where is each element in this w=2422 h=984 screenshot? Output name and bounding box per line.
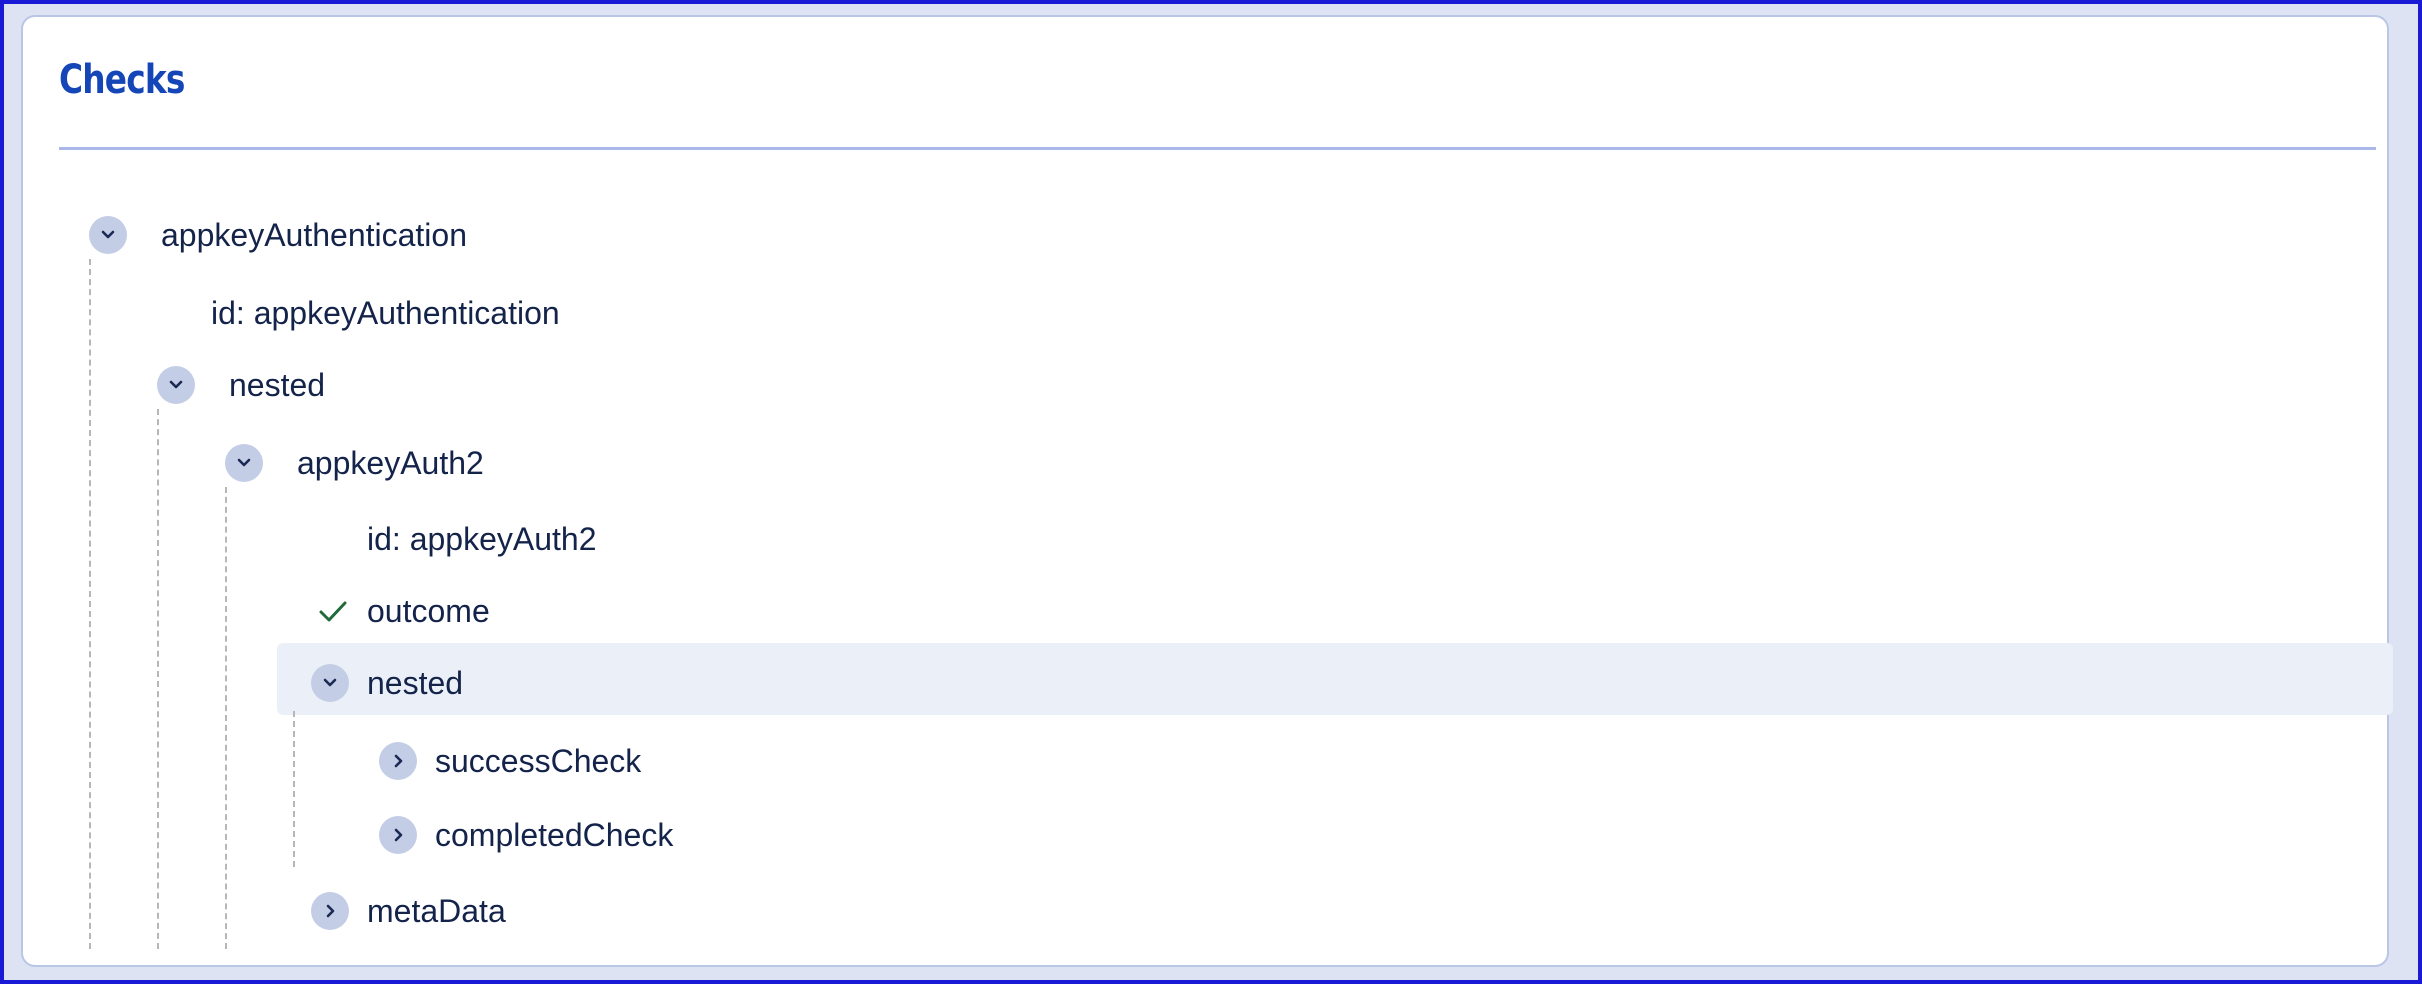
expand-toggle[interactable] xyxy=(379,816,417,854)
tree-node-label: completedCheck xyxy=(435,816,674,853)
collapse-toggle[interactable] xyxy=(89,216,127,254)
panel-title: Checks xyxy=(59,57,185,103)
collapse-toggle[interactable] xyxy=(157,366,195,404)
chevron-right-icon xyxy=(394,754,403,768)
check-icon xyxy=(319,601,347,622)
chevron-down-icon xyxy=(323,678,337,687)
tree-leaf-label: id: appkeyAuthentication xyxy=(211,294,560,331)
tree-guide-line xyxy=(89,259,91,949)
chevron-right-icon xyxy=(394,828,403,842)
selected-row-highlight xyxy=(277,643,2393,715)
tree-node-label: successCheck xyxy=(435,742,642,779)
tree-node-label: nested xyxy=(367,664,464,701)
tree-leaf-label: outcome xyxy=(367,592,490,629)
tree-node-label: appkeyAuthentication xyxy=(161,216,467,253)
collapse-toggle[interactable] xyxy=(311,664,349,702)
checks-panel: Checks appkeyAuthentication id: appkeyAu… xyxy=(21,15,2393,967)
expand-toggle[interactable] xyxy=(379,742,417,780)
chevron-down-icon xyxy=(101,230,115,239)
collapse-toggle[interactable] xyxy=(225,444,263,482)
title-divider xyxy=(59,147,2376,150)
expand-toggle[interactable] xyxy=(311,892,349,930)
tree-node-label: metaData xyxy=(367,892,506,929)
chevron-down-icon xyxy=(169,380,183,389)
tree-guide-line xyxy=(225,487,227,949)
tree-guide-line xyxy=(293,711,295,867)
tree-guide-line xyxy=(157,409,159,949)
tree-node-label: nested xyxy=(229,366,326,403)
chevron-right-icon xyxy=(326,904,335,918)
window-frame: Checks appkeyAuthentication id: appkeyAu… xyxy=(4,4,2418,980)
tree-leaf-id: id: appkeyAuthentication xyxy=(211,283,560,343)
chevron-down-icon xyxy=(237,458,251,467)
tree-node-label: appkeyAuth2 xyxy=(297,444,484,481)
tree-leaf-id: id: appkeyAuth2 xyxy=(367,509,597,569)
tree-leaf-label: id: appkeyAuth2 xyxy=(367,520,597,557)
